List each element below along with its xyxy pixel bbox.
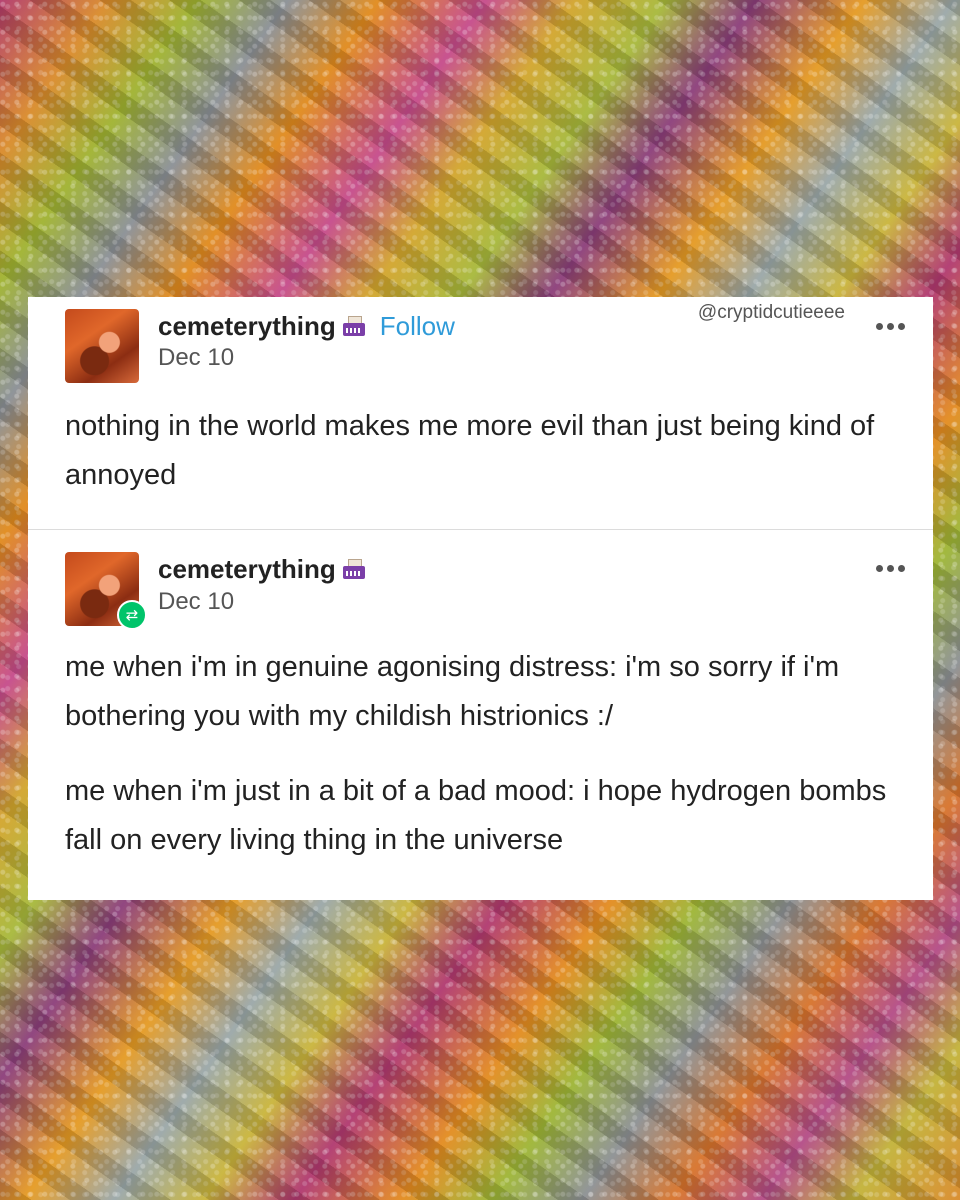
username[interactable]: cemeterything (158, 554, 336, 585)
original-post: cemeterything Follow Dec 10 nothing in t… (28, 297, 933, 530)
typewriter-icon (342, 315, 366, 338)
more-icon[interactable] (876, 323, 905, 330)
post-header: cemeterything Follow (158, 311, 455, 342)
avatar[interactable] (65, 309, 139, 383)
post-text: nothing in the world makes me more evil … (65, 410, 875, 491)
username[interactable]: cemeterything (158, 311, 336, 342)
reblog-post: ⇄ cemeterything Dec 10 me when i'm in ge… (28, 530, 933, 900)
post-text: me when i'm just in a bit of a bad mood:… (65, 775, 887, 856)
reblog-icon: ⇄ (117, 600, 147, 630)
post-header: cemeterything (158, 554, 366, 585)
post-date: Dec 10 (158, 344, 235, 371)
more-icon[interactable] (876, 565, 905, 572)
follow-button[interactable]: Follow (380, 311, 455, 342)
tumblr-post-card: @cryptidcutieeee cemeterything Follow De… (28, 297, 933, 900)
post-text: me when i'm in genuine agonising distres… (65, 651, 840, 732)
post-date: Dec 10 (158, 588, 235, 615)
typewriter-icon (342, 558, 366, 581)
avatar[interactable]: ⇄ (65, 552, 147, 630)
